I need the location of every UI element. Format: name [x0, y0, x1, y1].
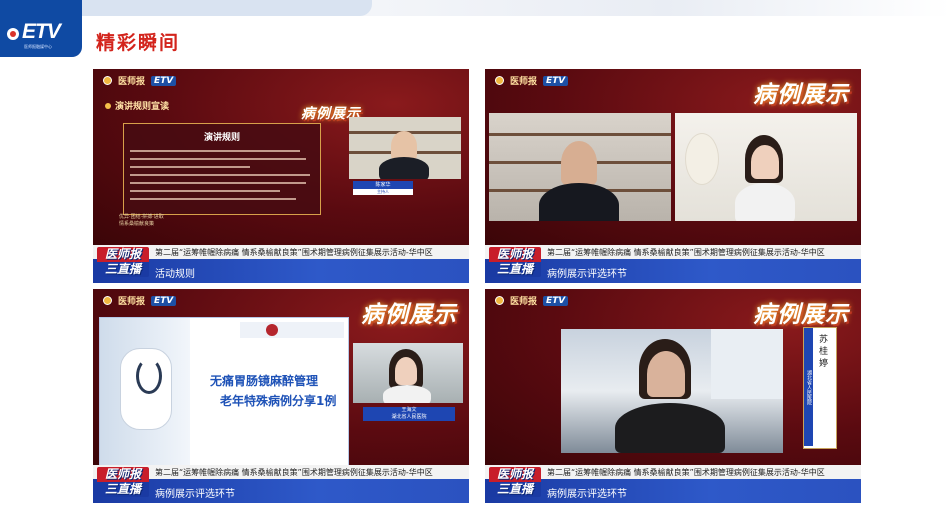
- etv-small-logo: ETV: [151, 75, 177, 86]
- etv-small-logo: ETV: [543, 75, 569, 86]
- brand-title: 病例展示: [753, 301, 849, 328]
- rules-slide: 演讲规则: [123, 123, 321, 215]
- etv-small-logo: ETV: [151, 295, 177, 306]
- speaker-video-female: [675, 113, 857, 221]
- etv-logo: ETV 医师报融媒中心: [0, 0, 82, 57]
- stethoscope-icon: [136, 358, 162, 394]
- segment-banner: 病例展示评选环节: [93, 479, 469, 503]
- live-badge: 医师报 三直播: [489, 467, 541, 501]
- speaker-video-male: [489, 113, 671, 221]
- host-video: [349, 117, 461, 179]
- paper-logo-icon: [103, 76, 112, 85]
- paper-logo-text: 医师报: [510, 297, 538, 307]
- hospital-logos: [240, 322, 344, 338]
- live-badge: 医师报 三直播: [489, 247, 541, 281]
- speaker-video: [561, 329, 783, 453]
- speaker-nametag: 王海文 湖北省人民医院: [363, 407, 455, 421]
- paper-logo-icon: [495, 296, 504, 305]
- panel-logos: 医师报 ETV: [103, 294, 177, 307]
- event-banner: 第二届“运筹帷幄除病痛 情系桑榆献良策”围术期管理病例征集展示活动-华中区: [485, 465, 861, 479]
- host-nametag: 陈家华 主持人: [353, 181, 413, 195]
- paper-logo-text: 医师报: [510, 77, 538, 87]
- logo-text: ETV: [22, 20, 61, 43]
- segment-banner: 病例展示评选环节: [485, 479, 861, 503]
- slide-title-line1: 无痛胃肠镜麻醉管理: [210, 374, 319, 388]
- logo-subtext: 医师报融媒中心: [24, 44, 52, 49]
- host-body: [379, 157, 429, 179]
- screenshot-panel-remote-speaker: 医师报 ETV 病例展示 湖北省人民医院 苏桂婷 第二届“运筹帷幄除病痛 情系桑…: [485, 289, 861, 503]
- screenshot-panel-dual-video: 医师报 ETV 病例展示 第二届“运筹帷幄除病痛 情系桑榆献良策”围术期管理病例…: [485, 69, 861, 283]
- header-band: [82, 0, 372, 16]
- panel-logos: 医师报 ETV: [495, 74, 569, 87]
- segment-banner: 病例展示评选环节: [485, 259, 861, 283]
- etv-small-logo: ETV: [543, 295, 569, 306]
- paper-logo-text: 医师报: [118, 77, 146, 87]
- rules-slide-title: 演讲规则: [203, 133, 240, 143]
- page-title: 精彩瞬间: [96, 32, 181, 54]
- slogan-quote: 优异·团结·拼搏·进取 情系桑榆献良策: [119, 214, 164, 227]
- panel-logos: 医师报 ETV: [495, 294, 569, 307]
- speaker-video: [353, 343, 463, 403]
- rules-heading: 演讲规则宣读: [105, 99, 169, 112]
- logo-emblem-icon: [7, 28, 19, 40]
- paper-logo-text: 医师报: [118, 297, 146, 307]
- paper-logo-icon: [495, 76, 504, 85]
- hospital-seal-icon: [266, 324, 278, 336]
- speaker-vertical-nametag: 湖北省人民医院 苏桂婷: [803, 327, 837, 449]
- paper-logo-icon: [103, 296, 112, 305]
- brand-title: 病例展示: [361, 301, 457, 328]
- brand-title: 病例展示: [753, 81, 849, 108]
- segment-banner: 活动规则: [93, 259, 469, 283]
- screenshot-panel-rules: 医师报 ETV 病例展示 演讲规则宣读 演讲规则 优异·团结·拼搏·进取 情系桑…: [93, 69, 469, 283]
- event-banner: 第二届“运筹帷幄除病痛 情系桑榆献良策”围术期管理病例征集展示活动-华中区: [93, 465, 469, 479]
- event-banner: 第二届“运筹帷幄除病痛 情系桑榆献良策”围术期管理病例征集展示活动-华中区: [93, 245, 469, 259]
- event-banner: 第二届“运筹帷幄除病痛 情系桑榆献良策”围术期管理病例征集展示活动-华中区: [485, 245, 861, 259]
- slide-title-line2: 老年特殊病例分享1例: [220, 394, 337, 408]
- case-slide: 无痛胃肠镜麻醉管理 老年特殊病例分享1例: [99, 317, 349, 467]
- live-badge: 医师报 三直播: [97, 467, 149, 501]
- lamp-icon: [685, 133, 719, 185]
- panel-logos: 医师报 ETV: [103, 74, 177, 87]
- live-badge: 医师报 三直播: [97, 247, 149, 281]
- screenshot-panel-case-slide: 医师报 ETV 病例展示 无痛胃肠镜麻醉管理 老年特殊病例分享1例 王海文 湖北…: [93, 289, 469, 503]
